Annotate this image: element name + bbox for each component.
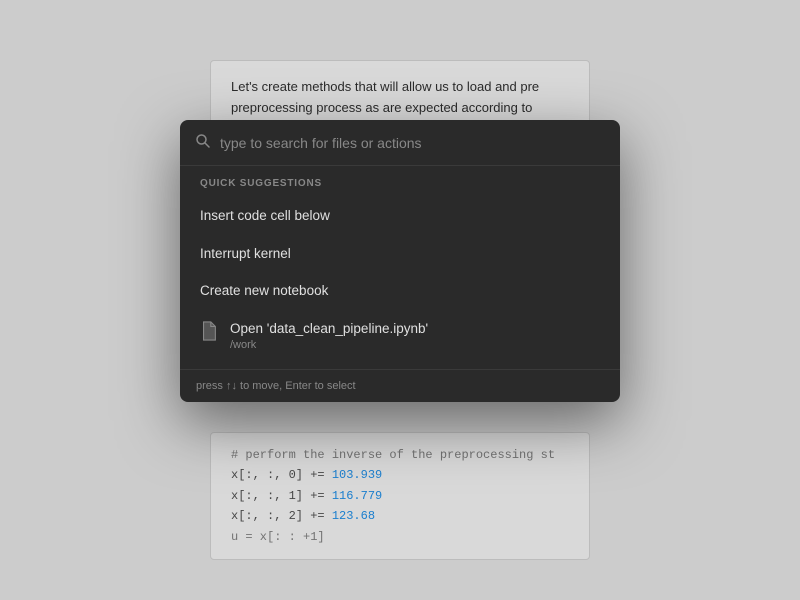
file-icon	[200, 321, 218, 341]
open-file-info: Open 'data_clean_pipeline.ipynb' /work	[230, 320, 428, 352]
suggestions-section: QUICK SUGGESTIONS Insert code cell below…	[180, 166, 620, 369]
suggestion-subtext-open-file: /work	[230, 339, 428, 351]
suggestion-open-file[interactable]: Open 'data_clean_pipeline.ipynb' /work	[180, 310, 620, 362]
suggestion-label-insert-code: Insert code cell below	[200, 207, 330, 225]
suggestion-label-open-file: Open 'data_clean_pipeline.ipynb'	[230, 320, 428, 338]
suggestion-label-create-notebook: Create new notebook	[200, 282, 328, 300]
suggestion-insert-code[interactable]: Insert code cell below	[180, 197, 620, 235]
footer-hint: press ↑↓ to move, Enter to select	[196, 380, 356, 392]
suggestion-label-interrupt-kernel: Interrupt kernel	[200, 245, 291, 263]
footer-bar: press ↑↓ to move, Enter to select	[180, 369, 620, 402]
section-label: QUICK SUGGESTIONS	[180, 178, 620, 197]
command-palette: QUICK SUGGESTIONS Insert code cell below…	[180, 120, 620, 402]
search-bar	[180, 120, 620, 166]
suggestion-create-notebook[interactable]: Create new notebook	[180, 272, 620, 310]
search-input[interactable]	[220, 135, 604, 151]
suggestion-interrupt-kernel[interactable]: Interrupt kernel	[180, 235, 620, 273]
search-icon	[196, 134, 210, 151]
